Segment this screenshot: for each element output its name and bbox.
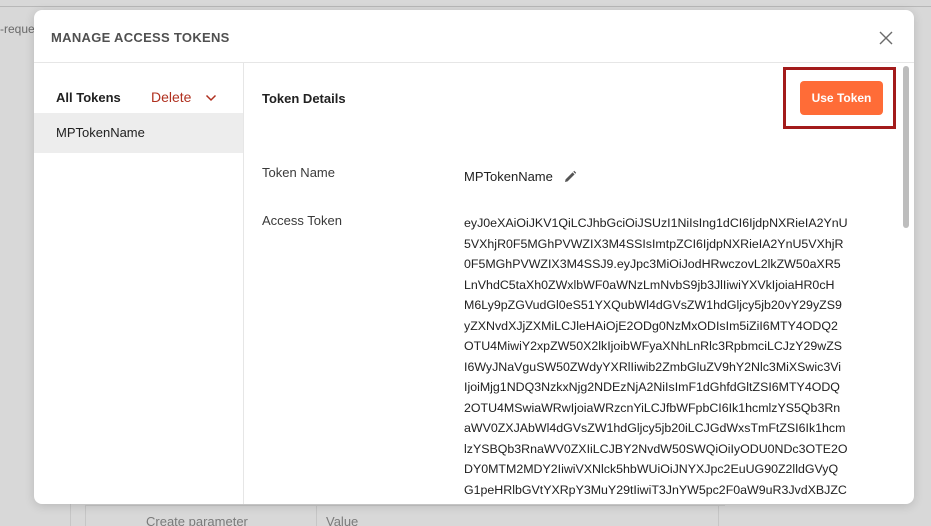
token-name-label: Token Name (262, 165, 335, 180)
background-cell-key: Create parameter (146, 514, 248, 526)
access-token-line: 2OTU4MSwiaWRwIjoiaWRzcnYiLCJfbWFpbCI6Ik1… (464, 400, 841, 415)
all-tokens-label: All Tokens (56, 90, 121, 105)
modal-header: MANAGE ACCESS TOKENS (34, 10, 914, 63)
access-token-line: DY0MTM2MDY2IiwiVXNlck5hbWUiOiJNYXJpc2EuU… (464, 462, 839, 476)
token-name-value: MPTokenName (464, 169, 553, 184)
access-token-line: yZXNvdXJjZXMiLCJleHAiOjE2ODg0NzMxODIsIm5… (464, 318, 838, 333)
access-token-line: I6WyJNaVguSW50ZWdyYXRlIiwib2ZmbGluZV9hY2… (464, 359, 842, 374)
chevron-down-icon (205, 89, 217, 105)
background-tab-fragment: -reque (0, 22, 35, 36)
scrollbar[interactable] (903, 66, 909, 228)
background-cell-value: Value (326, 514, 359, 526)
access-token-line: LnVhdC5taXh0ZWxlbWF0aWNzLmNvbS9jb3JlIiwi… (464, 277, 835, 292)
modal-title: MANAGE ACCESS TOKENS (51, 30, 230, 45)
background-divider (0, 6, 931, 7)
access-token-line: 5VXhjR0F5MGhPVWZIX3M4SSIsImtpZCI6IjdpNXR… (464, 236, 844, 251)
access-token-line: eyJ0eXAiOiJKV1QiLCJhbGciOiJSUzI1NiIsIng1… (464, 216, 848, 230)
tokens-sidebar: All Tokens Delete MPTokenName (34, 63, 244, 504)
delete-dropdown-button[interactable]: Delete (151, 89, 217, 105)
pencil-icon[interactable] (563, 170, 577, 184)
close-icon[interactable] (876, 28, 896, 48)
background-cell-divider (718, 506, 719, 526)
manage-access-tokens-modal: MANAGE ACCESS TOKENS All Tokens Delete M… (34, 10, 914, 504)
access-token-label: Access Token (262, 213, 342, 228)
token-name-field: MPTokenName (464, 169, 577, 184)
access-token-line: IjoiMjg1NDQ3NzkxNjg2NDEzNjA2NiIsImF1dGhf… (464, 380, 840, 394)
access-token-line: aWV0ZXJAbWl4dGVsZW1hdGljcy5jb20iLCJGdWxs… (464, 421, 846, 435)
delete-label: Delete (151, 89, 192, 105)
background-params-row: Create parameter Value (85, 505, 725, 526)
access-token-line: G1peHRlbGVtYXRpY3MuY29tIiwiT3JnYW5pc2F0a… (464, 482, 847, 497)
access-token-value: eyJ0eXAiOiJKV1QiLCJhbGciOiJSUzI1NiIsIng1… (464, 213, 894, 500)
access-token-line: M6Ly9pZGVudGl0eS51YXQubWl4dGVsZW1hdGljcy… (464, 298, 842, 312)
background-cell-divider (316, 506, 317, 526)
access-token-line: 0F5MGhPVWZIX3M4SSJ9.eyJpc3MiOiJodHRwczov… (464, 257, 841, 271)
access-token-line: lzYSBQb3RnaWV0ZXIiLCJBY2NvdW50SWQiOiIyOD… (464, 441, 848, 456)
sidebar-header: All Tokens Delete (34, 63, 243, 113)
token-details-panel: Token Details Use Token Token Name MPTok… (244, 63, 914, 504)
token-list-item[interactable]: MPTokenName (34, 113, 243, 153)
use-token-button[interactable]: Use Token (800, 81, 883, 115)
token-list-item-label: MPTokenName (56, 125, 145, 140)
access-token-line: OTU4MiwiY2xpZW50X2lkIjoibWFyaXNhLnRlc3Rp… (464, 339, 843, 353)
token-details-title: Token Details (262, 91, 346, 106)
